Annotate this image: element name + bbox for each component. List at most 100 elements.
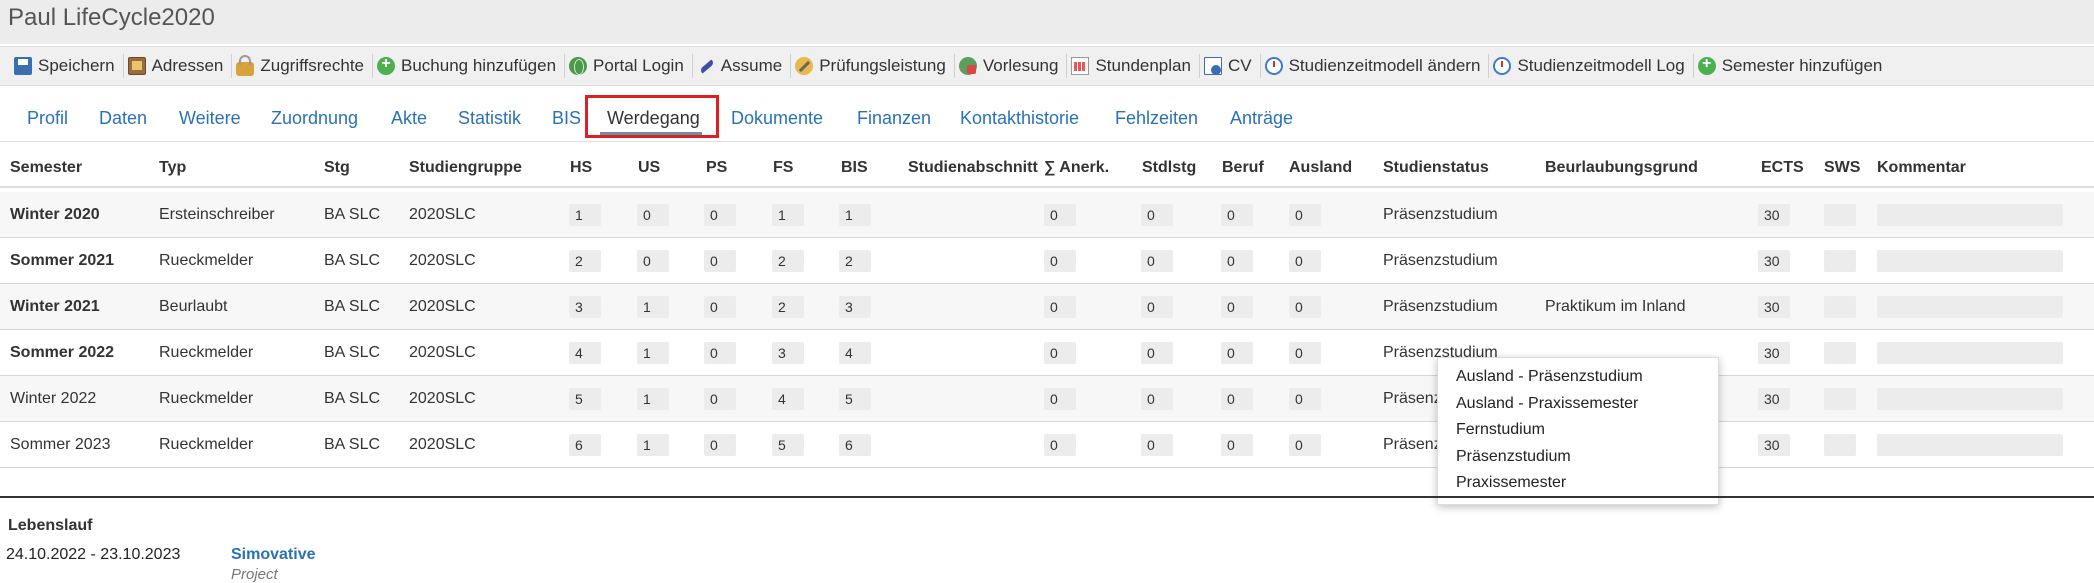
dropdown-option[interactable]: Ausland - Präsenzstudium <box>1438 365 1718 392</box>
input-fs[interactable]: 2 <box>772 250 804 272</box>
column-header[interactable]: Studienabschnitt <box>908 159 1038 177</box>
column-header[interactable]: Studienstatus <box>1383 159 1489 177</box>
table-row[interactable]: Winter 2022 Rueckmelder BA SLC 2020SLC Präse… <box>0 376 2094 422</box>
column-header[interactable]: ECTS <box>1761 159 1804 177</box>
toolbar-cv-button[interactable]: CV <box>1200 54 1261 78</box>
toolbar-portal-login-button[interactable]: Portal Login <box>565 54 693 78</box>
input-anerk[interactable]: 0 <box>1044 388 1076 410</box>
input-hs[interactable]: 6 <box>569 434 601 456</box>
column-header[interactable]: US <box>638 159 660 177</box>
input-ects[interactable]: 30 <box>1758 250 1790 272</box>
column-header[interactable]: Stdlstg <box>1142 159 1196 177</box>
input-kommentar[interactable] <box>1877 388 2063 410</box>
input-anerk[interactable]: 0 <box>1044 342 1076 364</box>
tab-zuordnung[interactable]: Zuordnung <box>271 108 358 129</box>
input-sws[interactable] <box>1824 434 1856 456</box>
table-row[interactable]: Winter 2021 Beurlaubt BA SLC 2020SLC Präsenz… <box>0 284 2094 330</box>
input-ects[interactable]: 30 <box>1758 388 1790 410</box>
input-beruf[interactable]: 0 <box>1221 434 1253 456</box>
input-ausland[interactable]: 0 <box>1289 250 1321 272</box>
input-beruf[interactable]: 0 <box>1221 388 1253 410</box>
input-hs[interactable]: 5 <box>569 388 601 410</box>
input-ps[interactable]: 0 <box>704 342 736 364</box>
input-us[interactable]: 0 <box>637 204 669 226</box>
toolbar-assume-button[interactable]: Assume <box>693 54 792 78</box>
column-header[interactable]: Studiengruppe <box>409 159 522 177</box>
toolbar-buchung-hinzufügen-button[interactable]: Buchung hinzufügen <box>373 54 566 78</box>
cell-status[interactable]: Präsenzstudium <box>1383 298 1498 316</box>
column-header[interactable]: Typ <box>159 159 186 177</box>
input-fs[interactable]: 1 <box>772 204 804 226</box>
input-ects[interactable]: 30 <box>1758 342 1790 364</box>
input-stdlstg[interactable]: 0 <box>1141 296 1173 318</box>
input-kommentar[interactable] <box>1877 342 2063 364</box>
column-header[interactable]: Stg <box>324 159 350 177</box>
input-sws[interactable] <box>1824 204 1856 226</box>
input-ects[interactable]: 30 <box>1758 434 1790 456</box>
toolbar-stundenplan-button[interactable]: Stundenplan <box>1067 54 1200 78</box>
input-kommentar[interactable] <box>1877 296 2063 318</box>
input-bis[interactable]: 3 <box>839 296 871 318</box>
toolbar-studienzeitmodell-log-button[interactable]: Studienzeitmodell Log <box>1489 54 1694 78</box>
column-header[interactable]: ∑ Anerk. <box>1044 159 1109 177</box>
input-us[interactable]: 1 <box>637 434 669 456</box>
tab-profil[interactable]: Profil <box>27 108 68 129</box>
input-ects[interactable]: 30 <box>1758 296 1790 318</box>
tab-daten[interactable]: Daten <box>99 108 147 129</box>
input-ps[interactable]: 0 <box>704 296 736 318</box>
input-stdlstg[interactable]: 0 <box>1141 388 1173 410</box>
tab-anträge[interactable]: Anträge <box>1230 108 1293 129</box>
column-header[interactable]: Beruf <box>1222 159 1264 177</box>
column-header[interactable]: FS <box>773 159 793 177</box>
dropdown-option[interactable]: Praxissemester <box>1438 471 1718 498</box>
input-us[interactable]: 1 <box>637 296 669 318</box>
input-bis[interactable]: 4 <box>839 342 871 364</box>
dropdown-option[interactable]: Ausland - Praxissemester <box>1438 392 1718 419</box>
column-header[interactable]: Kommentar <box>1877 159 1966 177</box>
toolbar-adressen-button[interactable]: Adressen <box>124 54 233 78</box>
column-header[interactable]: HS <box>570 159 592 177</box>
toolbar-zugriffsrechte-button[interactable]: Zugriffsrechte <box>232 54 374 78</box>
input-beruf[interactable]: 0 <box>1221 296 1253 318</box>
input-kommentar[interactable] <box>1877 204 2063 226</box>
input-beruf[interactable]: 0 <box>1221 204 1253 226</box>
input-beruf[interactable]: 0 <box>1221 250 1253 272</box>
input-hs[interactable]: 2 <box>569 250 601 272</box>
input-bis[interactable]: 1 <box>839 204 871 226</box>
input-fs[interactable]: 3 <box>772 342 804 364</box>
input-stdlstg[interactable]: 0 <box>1141 250 1173 272</box>
toolbar-vorlesung-button[interactable]: Vorlesung <box>955 54 1068 78</box>
input-ps[interactable]: 0 <box>704 388 736 410</box>
input-hs[interactable]: 4 <box>569 342 601 364</box>
input-fs[interactable]: 2 <box>772 296 804 318</box>
input-anerk[interactable]: 0 <box>1044 250 1076 272</box>
column-header[interactable]: Ausland <box>1289 159 1352 177</box>
tab-dokumente[interactable]: Dokumente <box>731 108 823 129</box>
dropdown-option[interactable]: Präsenzstudium <box>1438 445 1718 472</box>
input-ausland[interactable]: 0 <box>1289 388 1321 410</box>
table-row[interactable]: Sommer 2023 Rueckmelder BA SLC 2020SLC Präse… <box>0 422 2094 468</box>
table-row[interactable]: Winter 2020 Ersteinschreiber BA SLC 2020SLC… <box>0 192 2094 238</box>
column-header[interactable]: Semester <box>10 159 82 177</box>
column-header[interactable]: SWS <box>1824 159 1860 177</box>
tab-finanzen[interactable]: Finanzen <box>857 108 931 129</box>
input-ausland[interactable]: 0 <box>1289 204 1321 226</box>
input-sws[interactable] <box>1824 342 1856 364</box>
input-fs[interactable]: 4 <box>772 388 804 410</box>
input-ps[interactable]: 0 <box>704 204 736 226</box>
tab-bis[interactable]: BIS <box>552 108 581 129</box>
input-anerk[interactable]: 0 <box>1044 204 1076 226</box>
toolbar-studienzeitmodell-ändern-button[interactable]: Studienzeitmodell ändern <box>1261 54 1490 78</box>
table-row[interactable]: Sommer 2021 Rueckmelder BA SLC 2020SLC Präse… <box>0 238 2094 284</box>
input-sws[interactable] <box>1824 296 1856 318</box>
tab-fehlzeiten[interactable]: Fehlzeiten <box>1115 108 1198 129</box>
cell-status[interactable]: Präsenz <box>1383 390 1442 408</box>
input-stdlstg[interactable]: 0 <box>1141 204 1173 226</box>
input-kommentar[interactable] <box>1877 434 2063 456</box>
input-us[interactable]: 0 <box>637 250 669 272</box>
toolbar-prüfungsleistung-button[interactable]: Prüfungsleistung <box>791 54 955 78</box>
input-anerk[interactable]: 0 <box>1044 296 1076 318</box>
cell-status[interactable]: Präsenzstudium <box>1383 206 1498 224</box>
input-ausland[interactable]: 0 <box>1289 342 1321 364</box>
column-header[interactable]: Beurlaubungsgrund <box>1545 159 1698 177</box>
